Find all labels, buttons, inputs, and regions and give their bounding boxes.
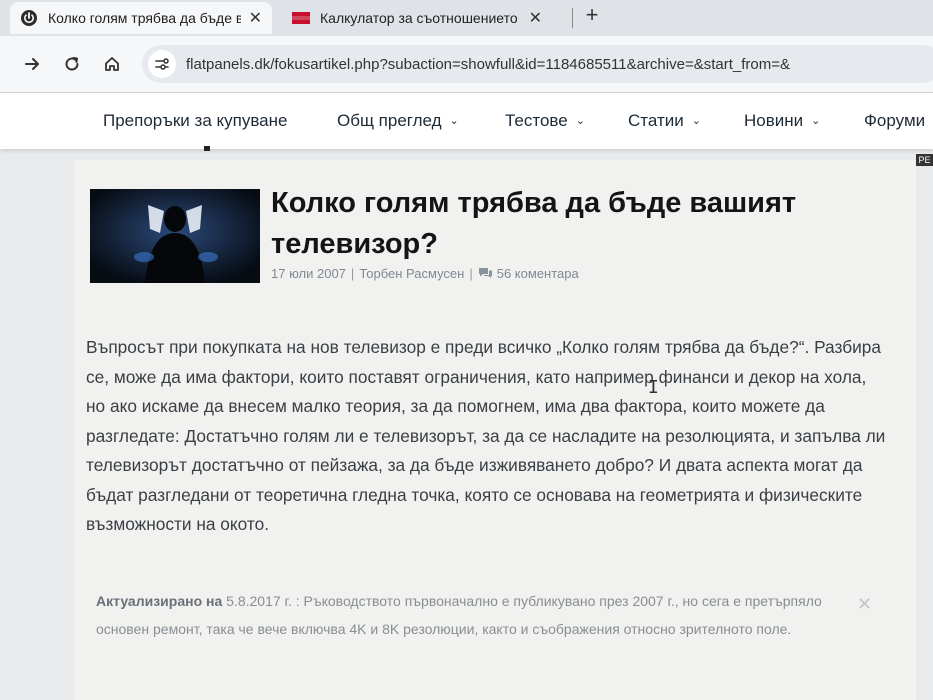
home-icon[interactable] [100,52,124,76]
tab-close-icon[interactable]: ✕ [249,8,262,28]
tab-title: Колко голям трябва да бъде в [48,10,241,26]
article-thumbnail [90,189,260,283]
close-icon[interactable]: ✕ [857,594,872,615]
reload-icon[interactable] [60,52,84,76]
tab-close-icon[interactable]: ✕ [529,8,542,28]
tab-divider [572,8,573,28]
tab-inactive[interactable]: Калкулатор за съотношението ✕ [282,2,552,34]
chevron-down-icon: ⌄ [691,115,701,127]
article-comments-link[interactable]: 56 коментара [497,266,579,281]
nav-item-label: Новини [744,111,804,130]
site-info-icon[interactable] [148,50,176,78]
nav-item-label: Препоръки за купуване [103,111,288,130]
update-date: 5.8.2017 г. [226,593,292,609]
nav-item-forums[interactable]: Форуми [864,111,925,131]
meta-separator: | [350,266,355,281]
forward-icon[interactable] [20,52,44,76]
article-meta: 17 юли 2007 | Торбен Расмусен | 56 коментара [271,266,579,281]
nav-item-buying-guides[interactable]: Препоръки за купуване [103,111,287,131]
article-author[interactable]: Торбен Расмусен [359,266,464,281]
article-date: 17 юли 2007 [271,266,346,281]
url-text: flatpanels.dk/fokusartikel.php?subaction… [186,55,790,73]
nav-item-label: Общ преглед [337,111,442,130]
comments-icon [478,266,497,281]
text-cursor-icon: I [648,377,659,398]
nav-indicator [204,146,210,151]
article-intro: Въпросът при покупката на нов телевизор … [86,337,886,534]
address-bar[interactable]: flatpanels.dk/fokusartikel.php?subaction… [142,45,933,83]
chevron-down-icon: ⌄ [811,115,821,127]
new-tab-button[interactable]: + [578,2,606,28]
article-title: Колко голям трябва да бъде вашият телеви… [271,187,797,260]
corner-badge: РЕ [916,154,933,166]
nav-item-overview[interactable]: Общ преглед ⌄ [337,111,459,131]
update-label: Актуализирано на [96,593,223,609]
update-notice: Актуализирано на 5.8.2017 г. : Ръководст… [96,587,856,643]
chevron-down-icon: ⌄ [575,115,585,127]
browser-toolbar: flatpanels.dk/fokusartikel.php?subaction… [0,36,933,93]
nav-item-label: Статии [628,111,684,130]
browser-tab-bar: Колко голям трябва да бъде в ✕ Калкулато… [0,0,933,36]
meta-separator: | [469,266,473,281]
nav-item-label: Форуми [864,111,926,130]
nav-item-news[interactable]: Новини ⌄ [744,111,820,131]
tab-title: Калкулатор за съотношението [320,10,518,26]
tab-active[interactable]: Колко голям трябва да бъде в ✕ [10,2,272,34]
flag-icon [292,9,310,27]
site-navigation: Препоръки за купуване Общ преглед ⌄ Тесто… [0,93,933,149]
nav-item-articles[interactable]: Статии ⌄ [628,111,701,131]
power-icon [20,9,38,27]
nav-item-tests[interactable]: Тестове ⌄ [505,111,585,131]
nav-item-label: Тестове [505,111,568,130]
chevron-down-icon: ⌄ [449,115,459,127]
